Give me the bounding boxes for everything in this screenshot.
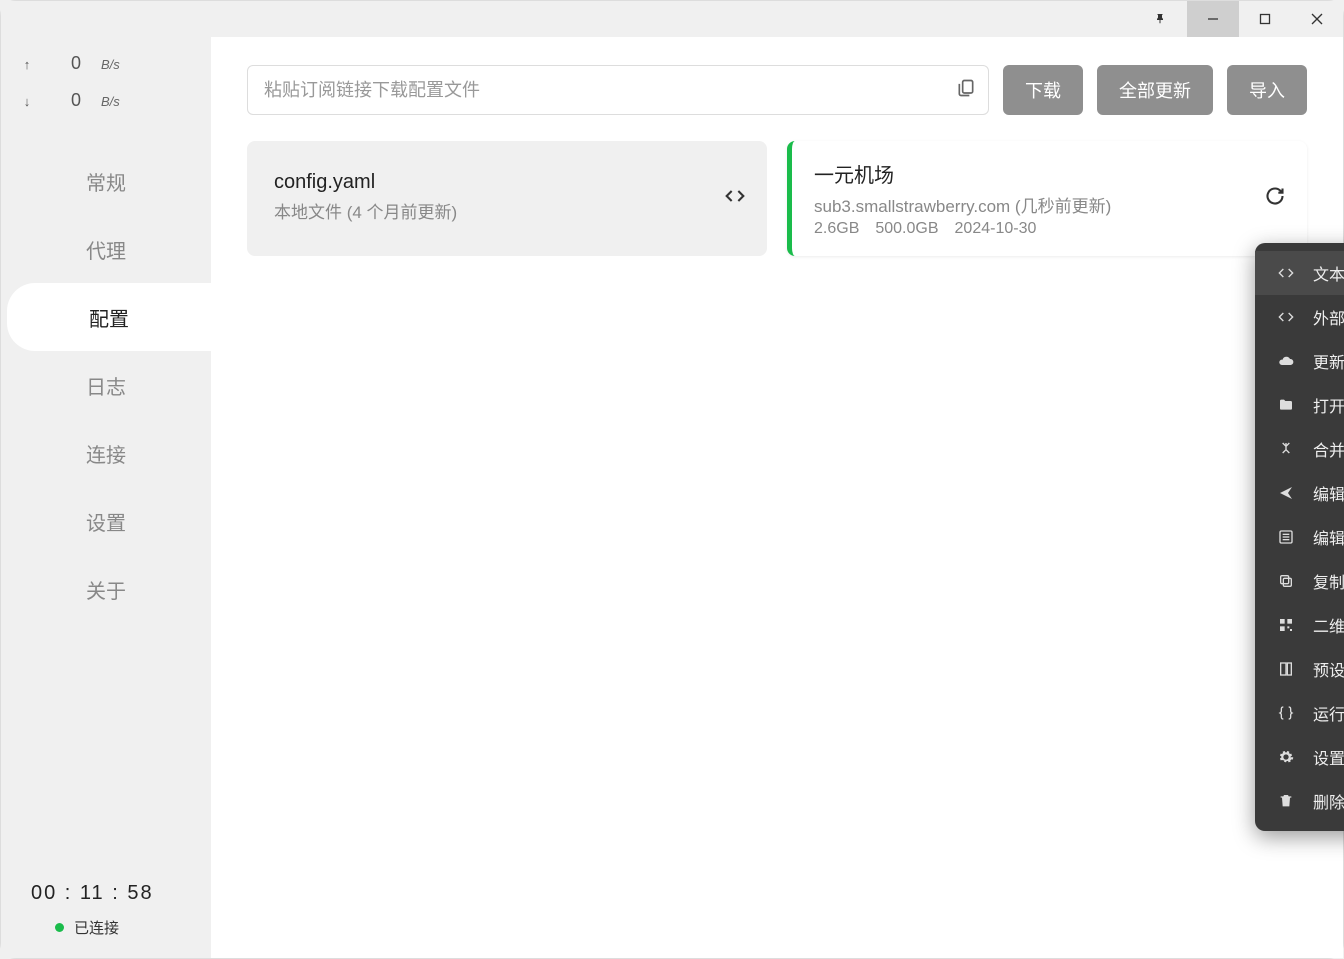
download-unit: B/s [101, 94, 120, 109]
menu-item-label: 合并配置 [1313, 437, 1344, 461]
menu-item-12[interactable]: 删除配置 [1255, 779, 1344, 823]
code-icon[interactable] [725, 186, 745, 211]
nav-item-4[interactable]: 连接 [1, 419, 211, 487]
trash-icon [1277, 792, 1295, 810]
nav-item-3[interactable]: 日志 [1, 351, 211, 419]
profile-card-0[interactable]: config.yaml 本地文件 (4 个月前更新) [247, 141, 767, 256]
refresh-icon[interactable] [1265, 186, 1285, 211]
nav-item-5[interactable]: 设置 [1, 487, 211, 555]
nav-item-0[interactable]: 常规 [1, 147, 211, 215]
nav-item-6[interactable]: 关于 [1, 555, 211, 623]
code-icon [1277, 308, 1295, 326]
menu-item-label: 复制配置 [1313, 569, 1344, 593]
nav-item-2[interactable]: 配置 [7, 283, 211, 351]
merge-icon [1277, 440, 1295, 458]
menu-item-3[interactable]: 打开位置 [1255, 383, 1344, 427]
braces-icon [1277, 704, 1295, 722]
menu-item-label: 编辑策略 [1313, 481, 1344, 505]
qr-icon [1277, 616, 1295, 634]
download-value: 0 [53, 90, 81, 111]
nav-item-1[interactable]: 代理 [1, 215, 211, 283]
connection-status: 已连接 [31, 917, 181, 938]
list-icon [1277, 528, 1295, 546]
main-content: 下载 全部更新 导入 config.yaml 本地文件 (4 个月前更新) 一元机场… [211, 37, 1343, 958]
menu-item-0[interactable]: 文本编辑 [1255, 251, 1344, 295]
menu-item-label: 运行脚本 [1313, 701, 1344, 725]
profile-context-menu: 文本编辑外部编辑更新配置打开位置合并配置编辑策略编辑规则复制配置二维码链预设配置… [1255, 243, 1344, 831]
cloud-icon [1277, 352, 1295, 370]
import-button[interactable]: 导入 [1227, 65, 1307, 115]
menu-item-label: 二维码链 [1313, 613, 1344, 637]
menu-item-5[interactable]: 编辑策略 [1255, 471, 1344, 515]
upload-unit: B/s [101, 57, 120, 72]
uptime-timer: 00 : 11 : 58 [31, 882, 181, 905]
arrow-up-icon: ↑ [21, 57, 33, 72]
menu-item-label: 文本编辑 [1313, 261, 1344, 285]
copy-icon [1277, 572, 1295, 590]
gear-icon [1277, 748, 1295, 766]
menu-item-11[interactable]: 设置订阅 [1255, 735, 1344, 779]
nav: 常规代理配置日志连接设置关于 [1, 147, 211, 862]
code-icon [1277, 264, 1295, 282]
pin-button[interactable] [1135, 1, 1187, 37]
profile-subtitle: 本地文件 (4 个月前更新) [274, 198, 725, 223]
upload-speed: ↑ 0 B/s [1, 45, 211, 82]
menu-item-10[interactable]: 运行脚本 [1255, 691, 1344, 735]
profile-title: 一元机场 [814, 159, 1265, 188]
profile-title: config.yaml [274, 171, 725, 194]
minimize-button[interactable] [1187, 1, 1239, 37]
menu-item-4[interactable]: 合并配置 [1255, 427, 1344, 471]
sidebar: ↑ 0 B/s ↓ 0 B/s 常规代理配置日志连接设置关于 00 : 11 :… [1, 37, 211, 958]
status-dot-icon [55, 923, 64, 932]
subscription-input[interactable] [264, 80, 956, 101]
menu-item-label: 编辑规则 [1313, 525, 1344, 549]
close-button[interactable] [1291, 1, 1343, 37]
menu-item-label: 预设配置 [1313, 657, 1344, 681]
menu-item-label: 删除配置 [1313, 789, 1344, 813]
status-label: 已连接 [74, 917, 119, 938]
menu-item-2[interactable]: 更新配置 [1255, 339, 1344, 383]
menu-item-9[interactable]: 预设配置 [1255, 647, 1344, 691]
profile-meta: 2.6GB500.0GB2024-10-30 [814, 220, 1265, 238]
menu-item-8[interactable]: 二维码链 [1255, 603, 1344, 647]
update-all-button[interactable]: 全部更新 [1097, 65, 1213, 115]
preset-icon [1277, 660, 1295, 678]
menu-item-6[interactable]: 编辑规则 [1255, 515, 1344, 559]
menu-item-7[interactable]: 复制配置 [1255, 559, 1344, 603]
menu-item-1[interactable]: 外部编辑 [1255, 295, 1344, 339]
download-speed: ↓ 0 B/s [1, 82, 211, 119]
maximize-button[interactable] [1239, 1, 1291, 37]
upload-value: 0 [53, 53, 81, 74]
titlebar [1, 1, 1343, 37]
menu-item-label: 设置订阅 [1313, 745, 1344, 769]
download-button[interactable]: 下载 [1003, 65, 1083, 115]
send-icon [1277, 484, 1295, 502]
menu-item-label: 更新配置 [1313, 349, 1344, 373]
profile-subtitle: sub3.smallstrawberry.com (几秒前更新) [814, 192, 1265, 217]
paste-icon[interactable] [956, 78, 976, 103]
subscription-input-wrap [247, 65, 989, 115]
arrow-down-icon: ↓ [21, 94, 33, 109]
folder-icon [1277, 396, 1295, 414]
menu-item-label: 外部编辑 [1313, 305, 1344, 329]
profile-card-1[interactable]: 一元机场 sub3.smallstrawberry.com (几秒前更新) 2.6G… [787, 141, 1307, 256]
menu-item-label: 打开位置 [1313, 393, 1344, 417]
